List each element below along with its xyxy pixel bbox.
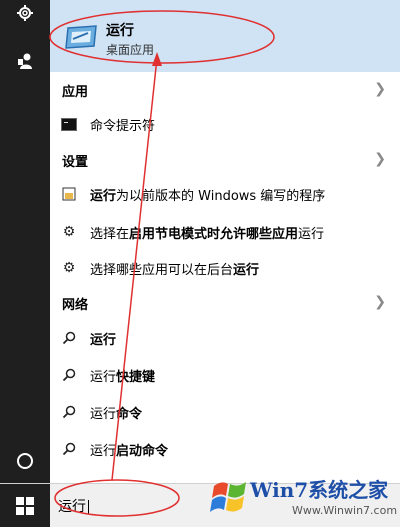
best-match-subtitle: 桌面应用 <box>106 43 155 57</box>
chevron-right-icon[interactable]: ❯ <box>374 81 386 97</box>
search-results-panel: 运行 桌面应用 应用 ❯ 命令提示符 设置 ❯ 运行为以前版本的 Windows… <box>50 0 400 483</box>
windows-start-icon[interactable] <box>0 484 50 527</box>
section-settings[interactable]: 设置 ❯ <box>50 148 400 172</box>
search-icon <box>60 366 78 384</box>
compat-icon <box>60 185 78 203</box>
result-label: 运行启动命令 <box>90 444 169 459</box>
section-header: 设置 <box>62 155 89 170</box>
section-apps[interactable]: 应用 ❯ <box>50 78 400 102</box>
result-item-battery-saver[interactable]: ⚙ 选择在启用节电模式时允许哪些应用运行 <box>50 217 400 247</box>
start-rail <box>0 0 50 526</box>
result-label: 运行命令 <box>90 407 143 422</box>
result-label: 运行 <box>90 333 117 348</box>
web-result-item[interactable]: 运行命令 <box>50 397 400 427</box>
result-label: 运行为以前版本的 Windows 编写的程序 <box>90 189 326 204</box>
cortana-icon[interactable] <box>14 450 36 472</box>
cmd-icon <box>60 115 78 133</box>
result-label: 选择在启用节电模式时允许哪些应用运行 <box>90 227 325 242</box>
chevron-right-icon[interactable]: ❯ <box>374 151 386 167</box>
section-header: 网络 <box>62 298 89 313</box>
web-result-item[interactable]: 运行快捷键 <box>50 360 400 390</box>
result-label: 运行快捷键 <box>90 370 156 385</box>
section-web[interactable]: 网络 ❯ <box>50 291 400 315</box>
best-match-item[interactable]: 运行 桌面应用 <box>50 0 400 72</box>
search-icon <box>60 329 78 347</box>
section-header: 应用 <box>62 85 89 100</box>
best-match-title: 运行 <box>106 23 134 39</box>
chevron-right-icon[interactable]: ❯ <box>374 294 386 310</box>
web-result-item[interactable]: 运行启动命令 <box>50 434 400 464</box>
result-label: 选择哪些应用可以在后台运行 <box>90 263 260 278</box>
search-icon <box>60 403 78 421</box>
gear-icon: ⚙ <box>62 260 76 276</box>
search-icon <box>60 440 78 458</box>
settings-gear-icon[interactable] <box>14 2 36 24</box>
watermark-brand: Win7系统之家 <box>250 478 389 502</box>
watermark: Win7系统之家 Www.Winwin7.com <box>208 470 400 526</box>
windows-flag-icon <box>210 482 246 512</box>
result-item-cmd[interactable]: 命令提示符 <box>50 109 400 139</box>
watermark-url: Www.Winwin7.com <box>292 504 398 517</box>
gear-icon: ⚙ <box>62 224 76 240</box>
user-icon[interactable] <box>14 50 36 72</box>
search-query: 运行 <box>58 496 89 516</box>
result-item-compat[interactable]: 运行为以前版本的 Windows 编写的程序 <box>50 179 400 209</box>
taskbar-search-input[interactable]: 运行 <box>55 492 195 518</box>
result-label: 命令提示符 <box>90 119 156 134</box>
web-result-item[interactable]: 运行 <box>50 323 400 353</box>
run-app-icon <box>64 24 100 50</box>
result-item-background-apps[interactable]: ⚙ 选择哪些应用可以在后台运行 <box>50 253 400 283</box>
